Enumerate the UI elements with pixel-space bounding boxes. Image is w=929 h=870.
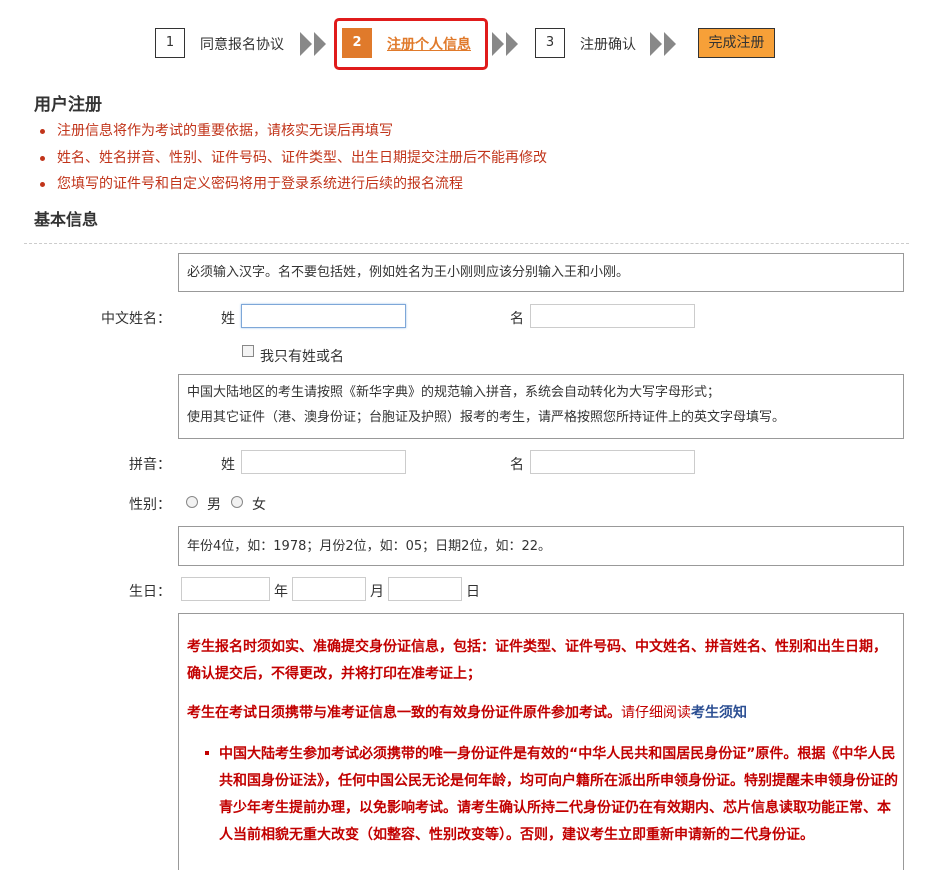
only-surname-or-given-label: 我只有姓或名 (260, 349, 344, 365)
pinyin-hint-line1: 中国大陆地区的考生请按照《新华字典》的规范输入拼音，系统会自动转化为大写字母形式… (187, 385, 721, 400)
pinyin-surname-input[interactable] (241, 450, 406, 474)
id-notice-box: 考生报名时须如实、准确提交身份证信息，包括：证件类型、证件号码、中文姓名、拼音姓… (178, 613, 904, 870)
note-item: 注册信息将作为考试的重要依据，请核实无误后再填写 (40, 121, 547, 148)
section-divider (24, 243, 909, 244)
pinyin-given-label: 名 (510, 457, 524, 473)
registration-notes: 注册信息将作为考试的重要依据，请核实无误后再填写 姓名、姓名拼音、性别、证件号码… (40, 121, 547, 201)
only-surname-or-given-checkbox[interactable] (242, 345, 254, 357)
step-3-label: 注册确认 (580, 37, 636, 53)
step-progress: 1 同意报名协议 2 注册个人信息 3 注册确认 完成注册 (0, 18, 929, 74)
notice-paragraph-2-bold: 考生在考试日须携带与准考证信息一致的有效身份证件原件参加考试。 (187, 705, 621, 721)
gender-male-label: 男 (207, 497, 221, 513)
pinyin-label: 拼音： (129, 457, 171, 473)
gender-female-label: 女 (252, 497, 266, 513)
name-hint: 必须输入汉字。名不要包括姓，例如姓名为王小刚则应该分别输入王和小刚。 (178, 253, 904, 292)
finish-registration-step: 完成注册 (698, 28, 775, 58)
chinese-surname-input[interactable] (241, 304, 406, 328)
name-hint-text: 必须输入汉字。名不要包括姓，例如姓名为王小刚则应该分别输入王和小刚。 (187, 265, 630, 280)
step-3-number: 3 (535, 28, 565, 58)
page-title: 用户注册 (34, 95, 102, 115)
step-1-label: 同意报名协议 (200, 37, 284, 53)
pinyin-hint-line2: 使用其它证件（港、澳身份证；台胞证及护照）报考的考生，请严格按照您所持证件上的英… (187, 410, 786, 425)
step-2-number: 2 (342, 28, 372, 58)
day-label: 日 (466, 584, 480, 600)
step-2-label[interactable]: 注册个人信息 (387, 34, 471, 54)
note-item: 姓名、姓名拼音、性别、证件号码、证件类型、出生日期提交注册后不能再修改 (40, 148, 547, 175)
birth-month-input[interactable] (292, 577, 366, 601)
gender-female-radio[interactable] (231, 496, 243, 508)
chinese-given-name-input[interactable] (530, 304, 695, 328)
notice-paragraph-2: 考生在考试日须携带与准考证信息一致的有效身份证件原件参加考试。请仔细阅读考生须知 (187, 700, 897, 727)
step-arrow-icon (300, 30, 330, 58)
birthday-hint-text: 年份4位，如：1978；月份2位，如：05；日期2位，如：22。 (187, 539, 551, 554)
pinyin-hint: 中国大陆地区的考生请按照《新华字典》的规范输入拼音，系统会自动转化为大写字母形式… (178, 374, 904, 439)
step-1-number: 1 (155, 28, 185, 58)
birth-year-input[interactable] (181, 577, 270, 601)
pinyin-surname-label: 姓 (221, 457, 235, 473)
given-name-label: 名 (510, 311, 524, 327)
pinyin-given-name-input[interactable] (530, 450, 695, 474)
gender-label: 性别： (129, 497, 171, 513)
note-item: 您填写的证件号和自定义密码将用于登录系统进行后续的报名流程 (40, 174, 547, 201)
bullet-icon (205, 751, 209, 755)
month-label: 月 (370, 584, 384, 600)
step-arrow-icon (650, 30, 680, 58)
notice-paragraph-3: 中国大陆考生参加考试必须携带的唯一身份证件是有效的“中华人民共和国居民身份证”原… (219, 746, 898, 843)
notice-paragraph-2-normal: 请仔细阅读 (621, 705, 691, 721)
section-title-basic-info: 基本信息 (34, 210, 99, 229)
birth-day-input[interactable] (388, 577, 462, 601)
notice-paragraph-1: 考生报名时须如实、准确提交身份证信息，包括：证件类型、证件号码、中文姓名、拼音姓… (187, 639, 887, 682)
step-arrow-icon (492, 30, 522, 58)
chinese-name-label: 中文姓名： (101, 311, 171, 327)
surname-label: 姓 (221, 311, 235, 327)
birthday-hint: 年份4位，如：1978；月份2位，如：05；日期2位，如：22。 (178, 526, 904, 566)
birthday-label: 生日： (129, 584, 171, 600)
exam-instructions-link[interactable]: 考生须知 (691, 705, 747, 721)
gender-male-radio[interactable] (186, 496, 198, 508)
year-label: 年 (274, 584, 288, 600)
